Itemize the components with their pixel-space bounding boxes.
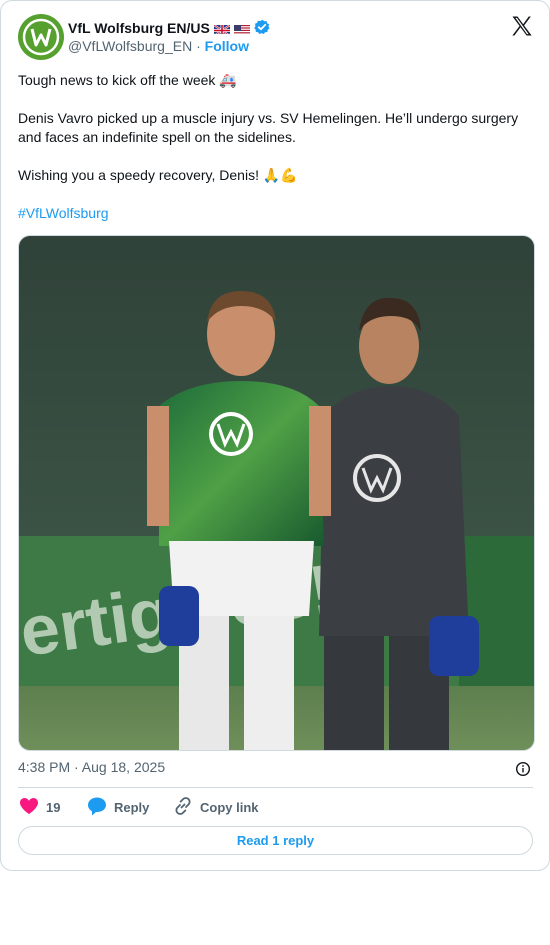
heart-icon [18, 795, 40, 820]
follow-button[interactable]: Follow [205, 38, 249, 54]
like-count: 19 [46, 799, 61, 815]
us-flag-icon [233, 23, 250, 34]
tweet-timestamp[interactable]: 4:38 PM · Aug 18, 2025 [18, 759, 165, 775]
author-name[interactable]: VfL Wolfsburg EN/US [68, 20, 210, 36]
info-icon[interactable] [515, 761, 531, 777]
uk-flag-icon [213, 23, 230, 34]
copy-link-button[interactable]: Copy link [172, 795, 259, 820]
verified-badge-icon [254, 19, 270, 38]
link-icon [172, 795, 194, 820]
wolfsburg-logo-icon [22, 18, 60, 56]
tweet-line-2: Denis Vavro picked up a muscle injury vs… [18, 110, 519, 145]
x-logo-icon[interactable] [510, 14, 534, 38]
read-replies-button[interactable]: Read 1 reply [18, 826, 533, 855]
reply-button[interactable]: Reply [86, 795, 172, 820]
author-name-row[interactable]: VfL Wolfsburg EN/US [68, 18, 270, 38]
tweet-photo[interactable]: ertig, los! [18, 235, 535, 751]
author-handle[interactable]: @VfLWolfsburg_EN [68, 38, 192, 54]
tweet-card: VfL Wolfsburg EN/US @VfLWolfsburg_EN · F… [0, 0, 550, 871]
avatar[interactable] [18, 14, 64, 60]
action-bar: 19 Reply Copy link [18, 795, 259, 819]
tweet-hashtag-row: #VfLWolfsburg [18, 204, 533, 223]
reply-label: Reply [114, 799, 150, 815]
copy-link-label: Copy link [200, 799, 259, 815]
photo-image: ertig, los! [19, 236, 534, 750]
author-handle-row: @VfLWolfsburg_EN · Follow [68, 38, 249, 54]
tweet-line-3: Wishing you a speedy recovery, Denis! 🙏💪 [18, 167, 298, 183]
tweet-line-1: Tough news to kick off the week 🚑 [18, 72, 237, 88]
divider [18, 787, 533, 788]
reply-bubble-icon [86, 795, 108, 820]
separator: · [196, 38, 201, 54]
like-button[interactable]: 19 [18, 795, 86, 820]
hashtag-link[interactable]: #VfLWolfsburg [18, 205, 109, 221]
